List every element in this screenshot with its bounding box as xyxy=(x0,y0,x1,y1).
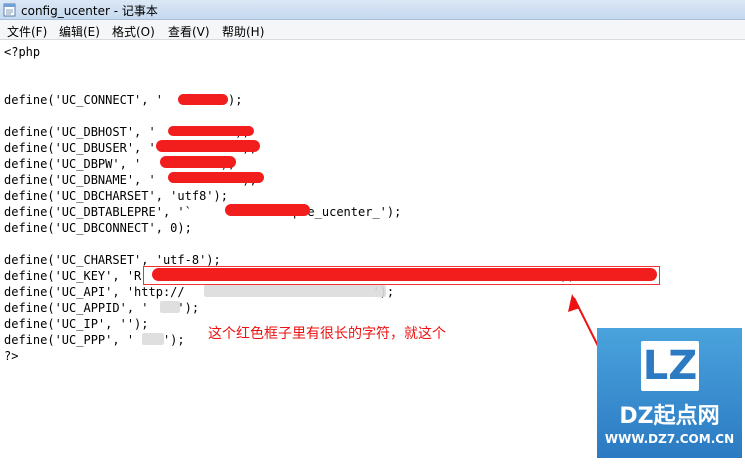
redaction-mark xyxy=(168,172,264,183)
redaction-mark xyxy=(156,140,260,152)
blurred-text xyxy=(160,301,180,313)
notepad-icon xyxy=(3,3,16,17)
window-title: config_ucenter - 记事本 xyxy=(21,4,158,18)
code-line: define('UC_DBNAME', ' '); xyxy=(4,173,257,187)
menu-bar: 文件(F) 编辑(E) 格式(O) 查看(V) 帮助(H) xyxy=(0,20,745,40)
blurred-text xyxy=(142,333,164,345)
title-bar: config_ucenter - 记事本 xyxy=(0,0,745,20)
code-line: define('UC_DBCHARSET', 'utf8'); xyxy=(4,189,228,203)
menu-view[interactable]: 查看(V) xyxy=(168,23,210,40)
logo-url: WWW.DZ7.COM.CN xyxy=(604,432,735,446)
code-line: define('UC_DBUSER', ' '); xyxy=(4,141,257,155)
code-line: define('UC_DBPW', ' '); xyxy=(4,157,236,171)
blurred-text xyxy=(204,285,386,297)
code-line: define('UC_APPID', ' '); xyxy=(4,301,200,315)
logo-name: DZ起点网 xyxy=(619,404,720,429)
redaction-mark xyxy=(178,94,228,105)
logo-badge: LZ xyxy=(641,341,699,391)
code-line: define('UC_CONNECT', ' '); xyxy=(4,93,243,107)
code-line: define('UC_DBHOST', ' '); xyxy=(4,125,250,139)
menu-edit[interactable]: 编辑(E) xyxy=(59,23,100,40)
menu-format[interactable]: 格式(O) xyxy=(112,23,155,40)
menu-file[interactable]: 文件(F) xyxy=(7,23,47,40)
code-line: ?> xyxy=(4,349,19,363)
code-line: <?php xyxy=(4,45,41,59)
code-line: define('UC_DBCONNECT', 0); xyxy=(4,221,192,235)
site-watermark-logo: LZ DZ起点网 WWW.DZ7.COM.CN xyxy=(597,328,742,458)
redaction-mark xyxy=(168,126,254,136)
menu-help[interactable]: 帮助(H) xyxy=(222,23,264,40)
highlight-box xyxy=(143,266,660,285)
redaction-mark xyxy=(160,156,236,168)
redaction-mark xyxy=(225,204,310,216)
annotation-text: 这个红色框子里有很长的字符，就这个 xyxy=(208,326,446,342)
